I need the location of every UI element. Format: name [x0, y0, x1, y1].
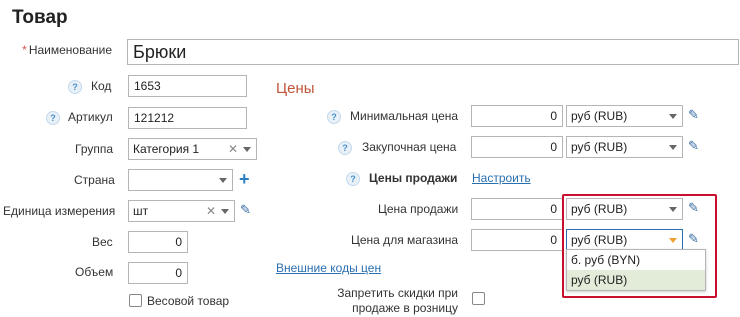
- code-input[interactable]: 1653: [128, 75, 247, 97]
- weight-label: Вес: [92, 235, 113, 249]
- country-label: Страна: [74, 173, 115, 187]
- purchase-price-help-icon[interactable]: ?: [338, 141, 352, 155]
- code-label: Код: [91, 79, 112, 93]
- chevron-down-icon: [669, 145, 677, 150]
- weight-input[interactable]: 0: [128, 231, 188, 253]
- group-value: Категория 1: [133, 142, 200, 156]
- country-select[interactable]: [128, 169, 233, 191]
- name-input[interactable]: Брюки: [127, 39, 739, 65]
- no-discounts-checkbox[interactable]: [472, 292, 485, 305]
- sale-price-label: Цена продажи: [378, 202, 459, 216]
- group-label: Группа: [75, 142, 114, 156]
- required-mark: *: [22, 43, 27, 57]
- currency-dropdown-list: б. руб (BYN) руб (RUB): [566, 249, 706, 291]
- edit-min-price-icon[interactable]: ✎: [688, 107, 699, 123]
- add-country-icon[interactable]: +: [239, 170, 250, 188]
- min-price-input[interactable]: 0: [471, 105, 563, 127]
- unit-label: Единица измерения: [3, 204, 116, 218]
- code-help-icon[interactable]: ?: [68, 80, 82, 94]
- prices-section-title: Цены: [276, 80, 315, 97]
- page-title: Товар: [12, 7, 68, 28]
- currency-value: руб (RUB): [571, 233, 628, 247]
- chevron-down-icon: [221, 209, 229, 214]
- volume-input[interactable]: 0: [128, 262, 188, 284]
- currency-option-byn[interactable]: б. руб (BYN): [567, 250, 705, 270]
- chevron-down-icon: [669, 207, 677, 212]
- weighted-checkbox[interactable]: [129, 294, 142, 307]
- currency-option-rub[interactable]: руб (RUB): [567, 270, 705, 290]
- purchase-price-currency-select[interactable]: руб (RUB): [566, 136, 683, 158]
- article-input[interactable]: 121212: [128, 107, 247, 129]
- volume-label: Объем: [75, 265, 114, 279]
- name-label: * Наименование: [22, 43, 112, 57]
- article-help-icon[interactable]: ?: [46, 111, 60, 125]
- chevron-down-icon: [669, 114, 677, 119]
- chevron-down-icon: [669, 238, 677, 243]
- unit-select[interactable]: шт ✕: [128, 200, 235, 222]
- sale-price-currency-select[interactable]: руб (RUB): [566, 198, 683, 220]
- clear-icon[interactable]: ✕: [206, 201, 216, 221]
- sale-prices-label: Цены продажи: [369, 171, 458, 185]
- clear-icon[interactable]: ✕: [228, 139, 238, 159]
- store-price-label: Цена для магазина: [351, 233, 459, 247]
- chevron-down-icon: [219, 178, 227, 183]
- currency-value: руб (RUB): [571, 109, 628, 123]
- store-price-currency-select[interactable]: руб (RUB): [566, 229, 683, 251]
- currency-value: руб (RUB): [571, 202, 628, 216]
- edit-store-price-icon[interactable]: ✎: [688, 231, 699, 247]
- edit-sale-price-icon[interactable]: ✎: [688, 200, 699, 216]
- weighted-label: Весовой товар: [147, 294, 230, 308]
- edit-purchase-price-icon[interactable]: ✎: [688, 138, 699, 154]
- sale-price-input[interactable]: 0: [471, 198, 563, 220]
- chevron-down-icon: [243, 147, 251, 152]
- store-price-input[interactable]: 0: [471, 229, 563, 251]
- edit-unit-icon[interactable]: ✎: [240, 202, 251, 218]
- sale-prices-help-icon[interactable]: ?: [346, 172, 360, 186]
- article-label: Артикул: [68, 110, 113, 124]
- unit-value: шт: [133, 204, 149, 218]
- external-price-codes-link[interactable]: Внешние коды цен: [276, 261, 381, 275]
- min-price-currency-select[interactable]: руб (RUB): [566, 105, 683, 127]
- configure-link[interactable]: Настроить: [472, 171, 531, 185]
- purchase-price-input[interactable]: 0: [471, 136, 563, 158]
- no-discounts-label: Запретить скидки при продаже в розницу: [337, 286, 458, 315]
- min-price-help-icon[interactable]: ?: [327, 110, 341, 124]
- group-select[interactable]: Категория 1 ✕: [128, 138, 257, 160]
- min-price-label: Минимальная цена: [350, 109, 459, 123]
- purchase-price-label: Закупочная цена: [362, 140, 457, 154]
- currency-value: руб (RUB): [571, 140, 628, 154]
